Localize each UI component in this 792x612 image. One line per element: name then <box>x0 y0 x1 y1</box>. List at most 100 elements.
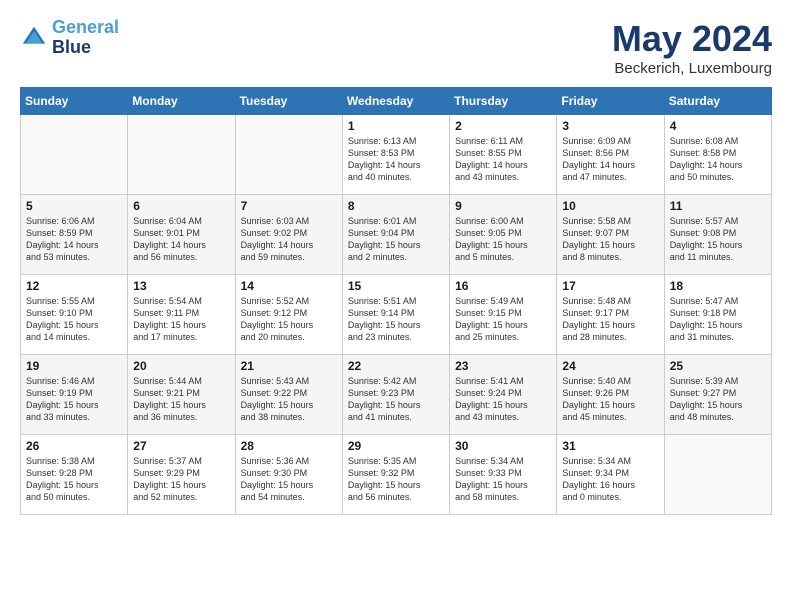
day-cell: 20 Sunrise: 5:44 AM Sunset: 9:21 PM Dayli… <box>128 355 235 435</box>
day-number: 10 <box>562 199 658 213</box>
day-info: Sunrise: 6:11 AM Sunset: 8:55 PM Dayligh… <box>455 135 551 184</box>
day-number: 30 <box>455 439 551 453</box>
day-number: 11 <box>670 199 766 213</box>
day-number: 19 <box>26 359 122 373</box>
day-number: 29 <box>348 439 444 453</box>
day-info: Sunrise: 5:36 AM Sunset: 9:30 PM Dayligh… <box>241 455 337 504</box>
day-info: Sunrise: 6:13 AM Sunset: 8:53 PM Dayligh… <box>348 135 444 184</box>
day-cell: 5Sunrise: 6:06 AM Sunset: 8:59 PM Daylig… <box>21 195 128 275</box>
day-cell: 25 Sunrise: 5:39 AM Sunset: 9:27 PM Dayli… <box>664 355 771 435</box>
page: General Blue May 2024 Beckerich, Luxembo… <box>0 0 792 525</box>
day-cell: 22 Sunrise: 5:42 AM Sunset: 9:23 PM Dayli… <box>342 355 449 435</box>
day-info: Sunrise: 5:34 AM Sunset: 9:33 PM Dayligh… <box>455 455 551 504</box>
day-cell: 28 Sunrise: 5:36 AM Sunset: 9:30 PM Dayli… <box>235 435 342 515</box>
col-monday: Monday <box>128 88 235 115</box>
day-number: 2 <box>455 119 551 133</box>
day-cell: 23 Sunrise: 5:41 AM Sunset: 9:24 PM Dayli… <box>450 355 557 435</box>
day-cell: 9 Sunrise: 6:00 AM Sunset: 9:05 PM Daylig… <box>450 195 557 275</box>
day-number: 13 <box>133 279 229 293</box>
day-info: Sunrise: 6:04 AM Sunset: 9:01 PM Dayligh… <box>133 215 229 264</box>
day-cell: 1Sunrise: 6:13 AM Sunset: 8:53 PM Daylig… <box>342 115 449 195</box>
day-cell: 27Sunrise: 5:37 AM Sunset: 9:29 PM Dayli… <box>128 435 235 515</box>
day-cell <box>128 115 235 195</box>
day-info: Sunrise: 5:37 AM Sunset: 9:29 PM Dayligh… <box>133 455 229 504</box>
day-cell: 18 Sunrise: 5:47 AM Sunset: 9:18 PM Dayli… <box>664 275 771 355</box>
col-saturday: Saturday <box>664 88 771 115</box>
day-number: 16 <box>455 279 551 293</box>
day-cell: 7 Sunrise: 6:03 AM Sunset: 9:02 PM Daylig… <box>235 195 342 275</box>
day-info: Sunrise: 5:38 AM Sunset: 9:28 PM Dayligh… <box>26 455 122 504</box>
day-cell: 26 Sunrise: 5:38 AM Sunset: 9:28 PM Dayli… <box>21 435 128 515</box>
day-info: Sunrise: 5:44 AM Sunset: 9:21 PM Dayligh… <box>133 375 229 424</box>
day-cell: 31 Sunrise: 5:34 AM Sunset: 9:34 PM Dayli… <box>557 435 664 515</box>
day-cell: 30 Sunrise: 5:34 AM Sunset: 9:33 PM Dayli… <box>450 435 557 515</box>
col-thursday: Thursday <box>450 88 557 115</box>
week-row-0: 1Sunrise: 6:13 AM Sunset: 8:53 PM Daylig… <box>21 115 772 195</box>
day-number: 4 <box>670 119 766 133</box>
day-number: 15 <box>348 279 444 293</box>
day-number: 7 <box>241 199 337 213</box>
day-number: 31 <box>562 439 658 453</box>
day-info: Sunrise: 6:00 AM Sunset: 9:05 PM Dayligh… <box>455 215 551 264</box>
day-info: Sunrise: 5:58 AM Sunset: 9:07 PM Dayligh… <box>562 215 658 264</box>
day-cell: 16 Sunrise: 5:49 AM Sunset: 9:15 PM Dayli… <box>450 275 557 355</box>
day-number: 21 <box>241 359 337 373</box>
location: Beckerich, Luxembourg <box>612 60 772 77</box>
week-row-3: 19Sunrise: 5:46 AM Sunset: 9:19 PM Dayli… <box>21 355 772 435</box>
logo-text: General Blue <box>52 18 119 58</box>
day-number: 26 <box>26 439 122 453</box>
day-cell <box>664 435 771 515</box>
day-info: Sunrise: 5:41 AM Sunset: 9:24 PM Dayligh… <box>455 375 551 424</box>
logo: General Blue <box>20 18 119 58</box>
col-tuesday: Tuesday <box>235 88 342 115</box>
day-number: 24 <box>562 359 658 373</box>
day-cell: 11 Sunrise: 5:57 AM Sunset: 9:08 PM Dayli… <box>664 195 771 275</box>
day-cell: 17 Sunrise: 5:48 AM Sunset: 9:17 PM Dayli… <box>557 275 664 355</box>
header: General Blue May 2024 Beckerich, Luxembo… <box>20 18 772 77</box>
day-cell: 21Sunrise: 5:43 AM Sunset: 9:22 PM Dayli… <box>235 355 342 435</box>
week-row-1: 5Sunrise: 6:06 AM Sunset: 8:59 PM Daylig… <box>21 195 772 275</box>
day-number: 12 <box>26 279 122 293</box>
day-info: Sunrise: 5:42 AM Sunset: 9:23 PM Dayligh… <box>348 375 444 424</box>
day-number: 14 <box>241 279 337 293</box>
day-cell: 13Sunrise: 5:54 AM Sunset: 9:11 PM Dayli… <box>128 275 235 355</box>
day-cell: 10 Sunrise: 5:58 AM Sunset: 9:07 PM Dayli… <box>557 195 664 275</box>
day-cell <box>235 115 342 195</box>
col-sunday: Sunday <box>21 88 128 115</box>
day-cell: 14Sunrise: 5:52 AM Sunset: 9:12 PM Dayli… <box>235 275 342 355</box>
day-info: Sunrise: 5:55 AM Sunset: 9:10 PM Dayligh… <box>26 295 122 344</box>
day-cell: 12 Sunrise: 5:55 AM Sunset: 9:10 PM Dayli… <box>21 275 128 355</box>
week-row-2: 12 Sunrise: 5:55 AM Sunset: 9:10 PM Dayli… <box>21 275 772 355</box>
day-info: Sunrise: 6:09 AM Sunset: 8:56 PM Dayligh… <box>562 135 658 184</box>
day-info: Sunrise: 5:39 AM Sunset: 9:27 PM Dayligh… <box>670 375 766 424</box>
day-number: 20 <box>133 359 229 373</box>
day-number: 23 <box>455 359 551 373</box>
day-info: Sunrise: 5:34 AM Sunset: 9:34 PM Dayligh… <box>562 455 658 504</box>
day-cell: 24 Sunrise: 5:40 AM Sunset: 9:26 PM Dayli… <box>557 355 664 435</box>
day-info: Sunrise: 5:48 AM Sunset: 9:17 PM Dayligh… <box>562 295 658 344</box>
day-info: Sunrise: 5:57 AM Sunset: 9:08 PM Dayligh… <box>670 215 766 264</box>
header-row: Sunday Monday Tuesday Wednesday Thursday… <box>21 88 772 115</box>
day-info: Sunrise: 6:08 AM Sunset: 8:58 PM Dayligh… <box>670 135 766 184</box>
day-number: 17 <box>562 279 658 293</box>
day-number: 9 <box>455 199 551 213</box>
col-wednesday: Wednesday <box>342 88 449 115</box>
day-number: 3 <box>562 119 658 133</box>
day-info: Sunrise: 5:40 AM Sunset: 9:26 PM Dayligh… <box>562 375 658 424</box>
day-number: 25 <box>670 359 766 373</box>
day-number: 28 <box>241 439 337 453</box>
month-title: May 2024 <box>612 18 772 60</box>
day-info: Sunrise: 5:47 AM Sunset: 9:18 PM Dayligh… <box>670 295 766 344</box>
day-info: Sunrise: 6:03 AM Sunset: 9:02 PM Dayligh… <box>241 215 337 264</box>
day-number: 22 <box>348 359 444 373</box>
day-cell: 4 Sunrise: 6:08 AM Sunset: 8:58 PM Daylig… <box>664 115 771 195</box>
logo-icon <box>20 24 48 52</box>
day-number: 8 <box>348 199 444 213</box>
calendar-table: Sunday Monday Tuesday Wednesday Thursday… <box>20 87 772 515</box>
day-number: 18 <box>670 279 766 293</box>
title-block: May 2024 Beckerich, Luxembourg <box>612 18 772 77</box>
day-number: 6 <box>133 199 229 213</box>
day-info: Sunrise: 6:01 AM Sunset: 9:04 PM Dayligh… <box>348 215 444 264</box>
day-info: Sunrise: 5:49 AM Sunset: 9:15 PM Dayligh… <box>455 295 551 344</box>
day-number: 5 <box>26 199 122 213</box>
